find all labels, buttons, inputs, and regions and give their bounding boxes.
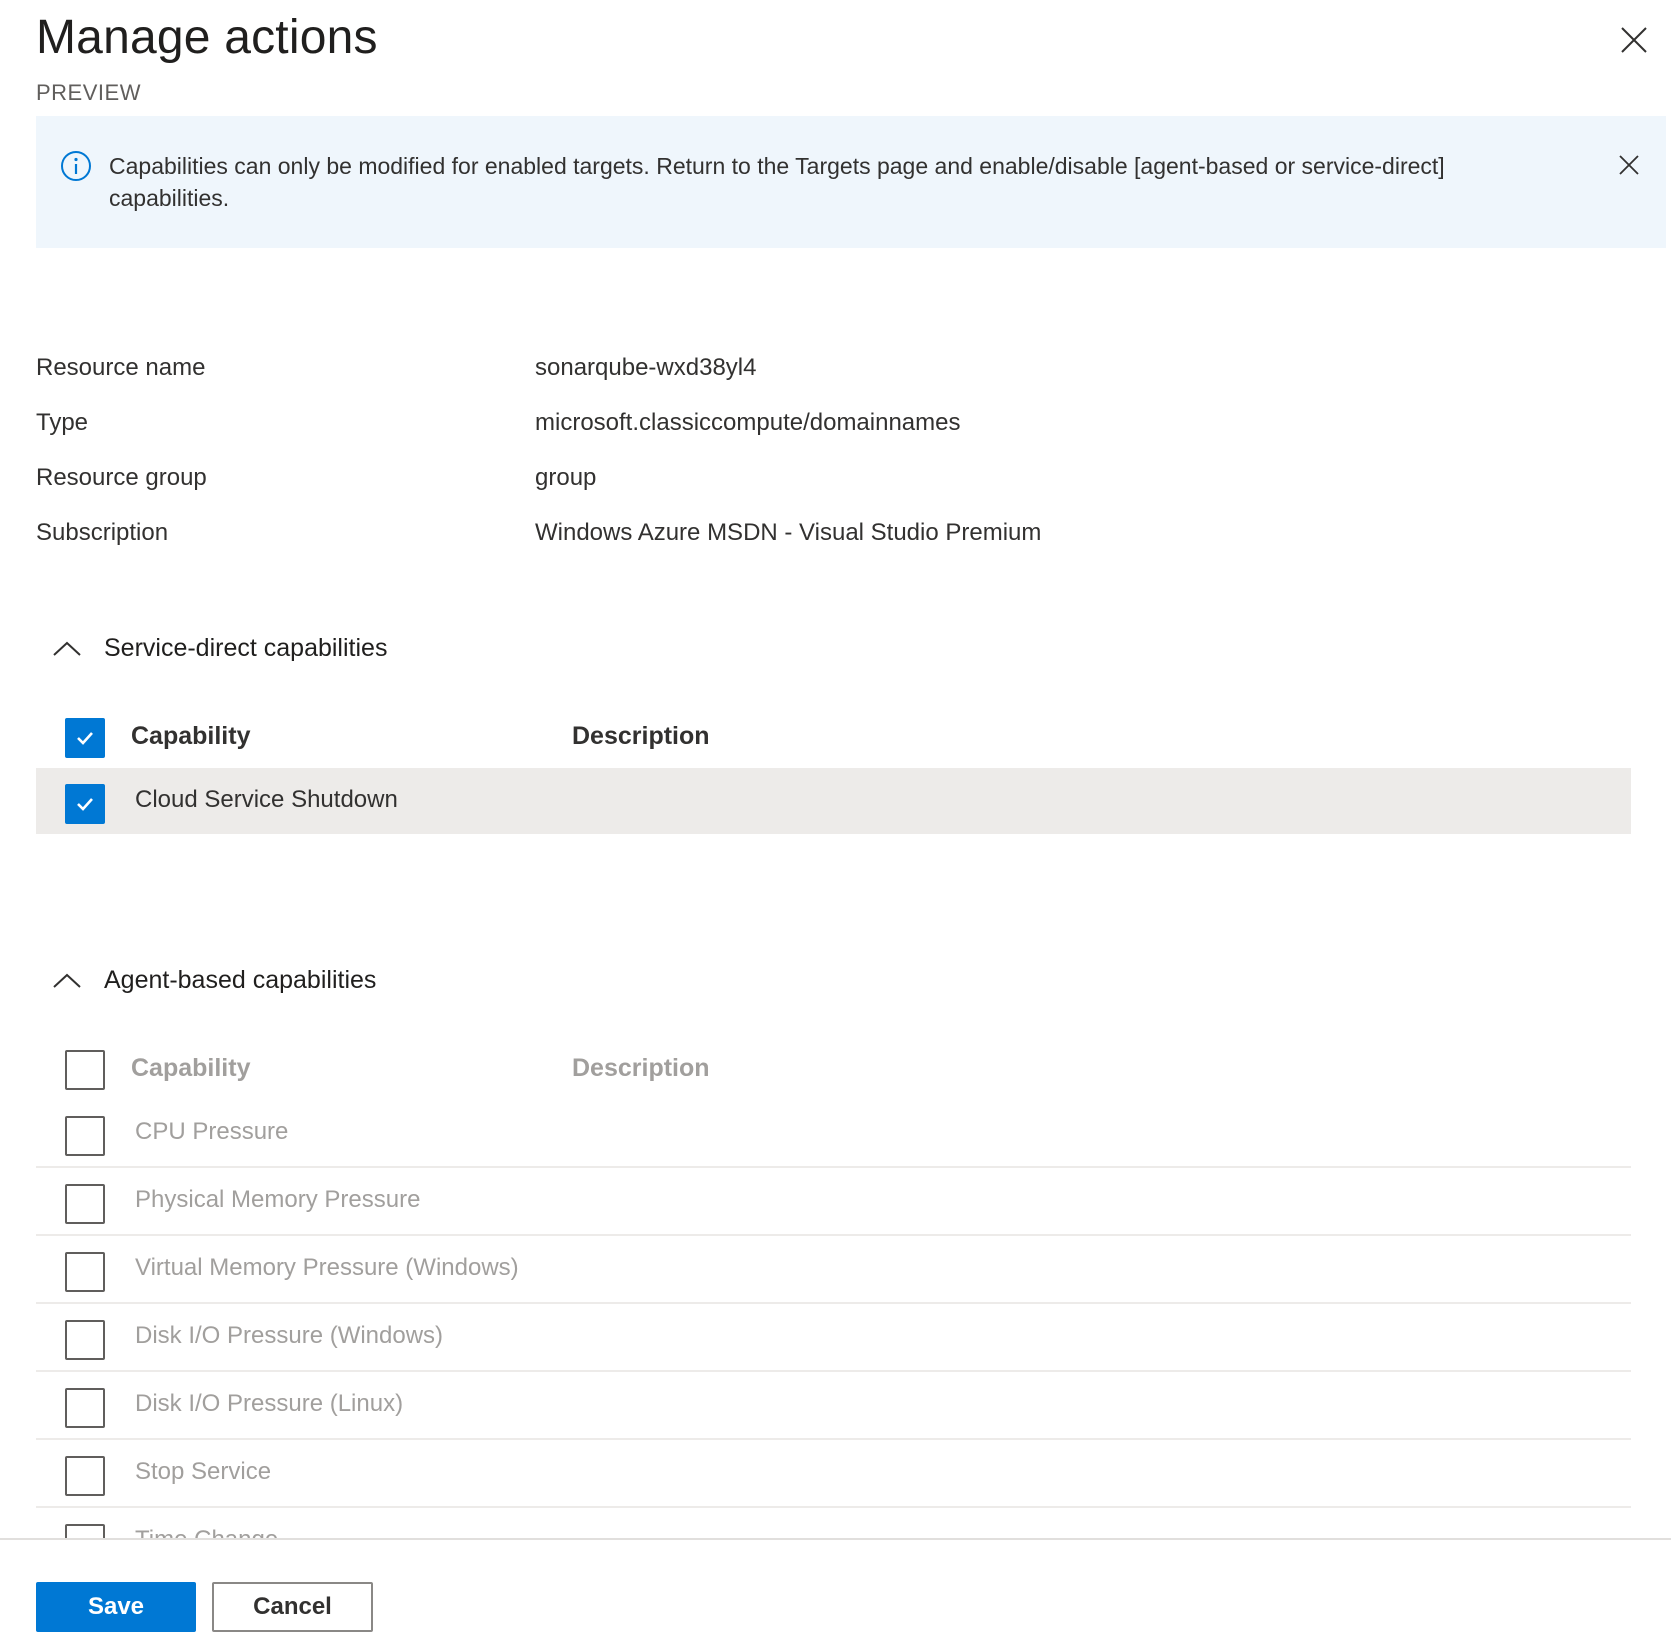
checkmark-icon [77, 732, 93, 745]
property-value: Windows Azure MSDN - Visual Studio Premi… [535, 518, 1042, 546]
property-label: Type [36, 408, 89, 436]
table-row: Physical Memory Pressure [36, 1168, 1631, 1236]
capability-name: Time Change [135, 1526, 278, 1538]
property-label: Resource name [36, 353, 206, 381]
table-row: Stop Service [36, 1440, 1631, 1508]
table-row: Disk I/O Pressure (Linux) [36, 1372, 1631, 1440]
panel-footer: Save Cancel [0, 1538, 1671, 1640]
section-title: Service-direct capabilities [104, 634, 388, 662]
agent-based-table: Capability Description CPU Pressure Phys… [36, 1040, 1631, 1538]
property-value: microsoft.classiccompute/domainnames [535, 408, 961, 436]
select-all-checkbox [65, 1050, 105, 1090]
checkbox-box [65, 718, 105, 758]
row-checkbox[interactable] [65, 784, 105, 824]
checkbox-box [65, 1320, 105, 1360]
section-title: Agent-based capabilities [104, 966, 377, 994]
page-subtitle: PREVIEW [36, 80, 141, 105]
checkbox-box [65, 1456, 105, 1496]
page-title: Manage actions [36, 11, 378, 64]
dismiss-info-button[interactable] [1614, 150, 1644, 180]
table-row: Time Change [36, 1508, 1631, 1538]
row-checkbox [65, 1524, 105, 1538]
table-row: CPU Pressure [36, 1100, 1631, 1168]
property-value: group [535, 463, 597, 491]
capability-name: Cloud Service Shutdown [135, 786, 398, 813]
property-row-resource-group: Resource group group [36, 450, 1041, 505]
checkmark-icon [77, 798, 93, 811]
row-checkbox [65, 1456, 105, 1496]
checkbox-box [65, 1388, 105, 1428]
column-header-description: Description [572, 1054, 710, 1082]
property-row-subscription: Subscription Windows Azure MSDN - Visual… [36, 505, 1041, 560]
checkbox-box [65, 1184, 105, 1224]
save-button[interactable]: Save [36, 1582, 196, 1632]
info-icon [61, 151, 91, 181]
panel-header: Manage actions PREVIEW [36, 8, 378, 106]
property-label: Resource group [36, 463, 207, 491]
table-header: Capability Description [36, 708, 1631, 768]
property-label: Subscription [36, 518, 169, 546]
column-header-description[interactable]: Description [572, 722, 710, 751]
capability-name: Disk I/O Pressure (Windows) [135, 1322, 444, 1349]
checkbox-box [65, 1050, 105, 1090]
select-all-checkbox[interactable] [65, 718, 105, 758]
agent-based-table-viewport[interactable]: Capability Description CPU Pressure Phys… [36, 1040, 1631, 1538]
service-direct-table: Capability Description Cloud Service Shu… [36, 708, 1631, 834]
cancel-button[interactable]: Cancel [212, 1582, 373, 1632]
capability-name: CPU Pressure [135, 1118, 289, 1145]
column-header-capability[interactable]: Capability [131, 722, 250, 751]
chevron-up-icon [53, 641, 81, 656]
capability-name: Virtual Memory Pressure (Windows) [135, 1254, 519, 1281]
agent-based-section-toggle[interactable]: Agent-based capabilities [50, 966, 376, 995]
service-direct-section-toggle[interactable]: Service-direct capabilities [50, 634, 387, 663]
table-header: Capability Description [36, 1040, 1631, 1100]
table-row: Virtual Memory Pressure (Windows) [36, 1236, 1631, 1304]
close-icon [1619, 155, 1639, 175]
checkbox-box [65, 784, 105, 824]
info-message-bar: Capabilities can only be modified for en… [36, 116, 1666, 248]
table-row[interactable]: Cloud Service Shutdown [36, 768, 1631, 834]
property-row-type: Type microsoft.classiccompute/domainname… [36, 395, 1041, 450]
info-message-text: Capabilities can only be modified for en… [109, 153, 1445, 211]
checkbox-box [65, 1252, 105, 1292]
capability-name: Disk I/O Pressure (Linux) [135, 1390, 404, 1417]
capability-name: Stop Service [135, 1458, 272, 1485]
close-icon [1621, 27, 1647, 53]
row-checkbox [65, 1320, 105, 1360]
row-checkbox [65, 1116, 105, 1156]
resource-properties: Resource name sonarqube-wxd38yl4 Type mi… [36, 340, 1041, 560]
chevron-up-icon [53, 973, 81, 988]
close-panel-button[interactable] [1612, 18, 1656, 62]
row-checkbox [65, 1184, 105, 1224]
property-value: sonarqube-wxd38yl4 [535, 353, 757, 381]
checkbox-box [65, 1116, 105, 1156]
property-row-resource-name: Resource name sonarqube-wxd38yl4 [36, 340, 1041, 395]
column-header-capability: Capability [131, 1054, 251, 1082]
row-checkbox [65, 1388, 105, 1428]
capability-name: Physical Memory Pressure [135, 1186, 421, 1213]
table-row: Disk I/O Pressure (Windows) [36, 1304, 1631, 1372]
row-checkbox [65, 1252, 105, 1292]
checkbox-box [65, 1524, 105, 1538]
